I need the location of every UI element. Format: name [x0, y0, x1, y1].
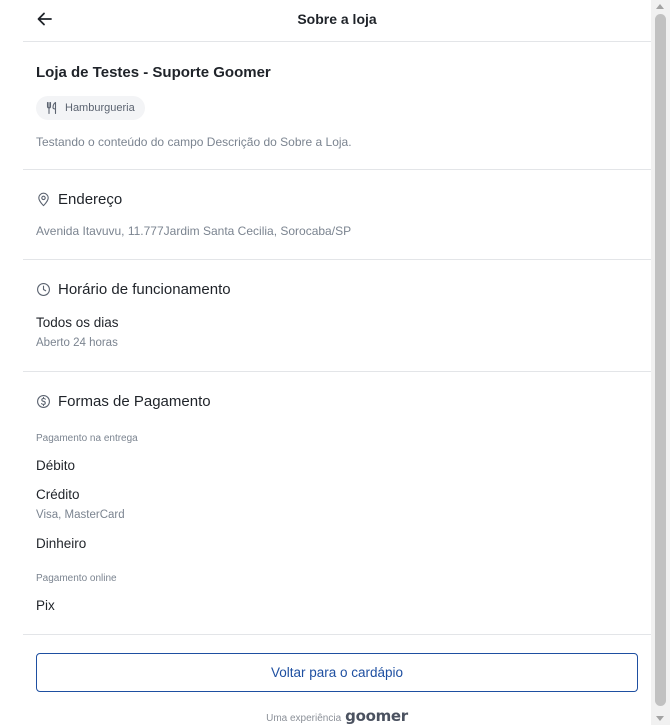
- address-heading: Endereço: [36, 191, 122, 208]
- address-text: Avenida Itavuvu, 11.777Jardim Santa Ceci…: [36, 224, 352, 238]
- store-name: Loja de Testes - Suporte Goomer: [36, 64, 271, 81]
- address-heading-label: Endereço: [58, 191, 123, 208]
- payment-pix: Pix: [36, 598, 55, 613]
- fork-knife-icon: [46, 101, 57, 115]
- payment-heading: Formas de Pagamento: [36, 393, 211, 410]
- payment-online-label: Pagamento online: [36, 573, 117, 584]
- back-to-menu-label: Voltar para o cardápio: [270, 665, 404, 680]
- page-title: Sobre a loja: [297, 11, 377, 27]
- back-to-menu-button[interactable]: Voltar para o cardápio: [36, 653, 638, 692]
- location-pin-icon: [38, 192, 49, 207]
- footer: Uma experiência goomer: [23, 707, 651, 725]
- scrollbar-thumb[interactable]: [655, 14, 666, 706]
- dollar-coin-icon: [37, 395, 50, 408]
- payment-debit: Débito: [36, 458, 76, 473]
- goomer-logo: goomer: [345, 707, 408, 725]
- vertical-scrollbar[interactable]: [651, 0, 670, 725]
- category-chip: Hamburgueria: [36, 96, 145, 120]
- payment-credit: Crédito: [36, 487, 80, 502]
- payment-cash: Dinheiro: [36, 536, 87, 551]
- scroll-down-arrow-icon[interactable]: [656, 716, 664, 721]
- store-description: Testando o conteúdo do campo Descrição d…: [36, 135, 352, 149]
- category-label: Hamburgueria: [65, 102, 135, 114]
- about-store-panel: Sobre a loja Loja de Testes - Suporte Go…: [23, 0, 651, 725]
- hours-heading: Horário de funcionamento: [36, 281, 231, 298]
- payment-heading-label: Formas de Pagamento: [58, 393, 211, 410]
- clock-icon: [37, 283, 50, 296]
- payment-section: Formas de Pagamento Pagamento na entrega…: [23, 372, 651, 635]
- page-header: Sobre a loja: [23, 0, 651, 42]
- footer-text: Uma experiência: [266, 712, 342, 724]
- store-info-section: Loja de Testes - Suporte Goomer Hamburgu…: [23, 42, 651, 170]
- hours-heading-label: Horário de funcionamento: [58, 281, 231, 298]
- payment-credit-brands: Visa, MasterCard: [36, 509, 125, 521]
- scroll-up-arrow-icon[interactable]: [656, 4, 664, 9]
- payment-on-delivery-label: Pagamento na entrega: [36, 433, 138, 444]
- address-section: Endereço Avenida Itavuvu, 11.777Jardim S…: [23, 170, 651, 260]
- hours-time: Aberto 24 horas: [36, 337, 118, 349]
- hours-day: Todos os dias: [36, 315, 119, 330]
- left-gutter: [0, 0, 23, 725]
- hours-section: Horário de funcionamento Todos os dias A…: [23, 260, 651, 372]
